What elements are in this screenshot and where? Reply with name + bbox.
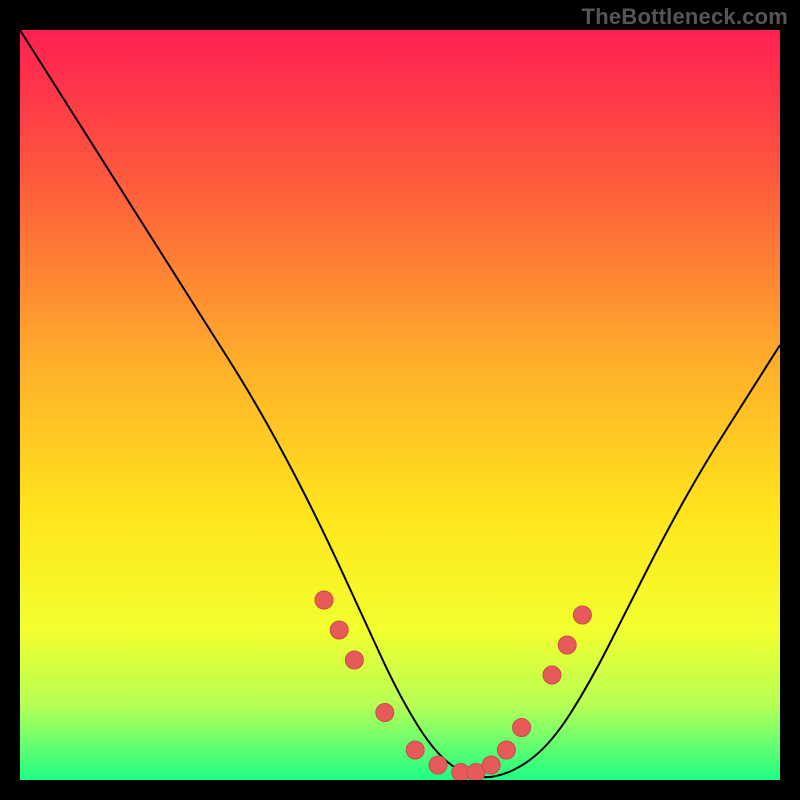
- curve-marker: [482, 756, 500, 774]
- plot-area: [20, 30, 780, 780]
- gradient-background: [20, 30, 780, 780]
- curve-marker: [315, 591, 333, 609]
- curve-marker: [406, 741, 424, 759]
- curve-marker: [497, 741, 515, 759]
- chart-svg: [20, 30, 780, 780]
- chart-frame: TheBottleneck.com: [0, 0, 800, 800]
- curve-marker: [330, 621, 348, 639]
- curve-marker: [558, 636, 576, 654]
- curve-marker: [543, 666, 561, 684]
- attribution-text: TheBottleneck.com: [582, 4, 788, 30]
- curve-marker: [376, 704, 394, 722]
- curve-marker: [573, 606, 591, 624]
- curve-marker: [513, 719, 531, 737]
- curve-marker: [429, 756, 447, 774]
- curve-marker: [345, 651, 363, 669]
